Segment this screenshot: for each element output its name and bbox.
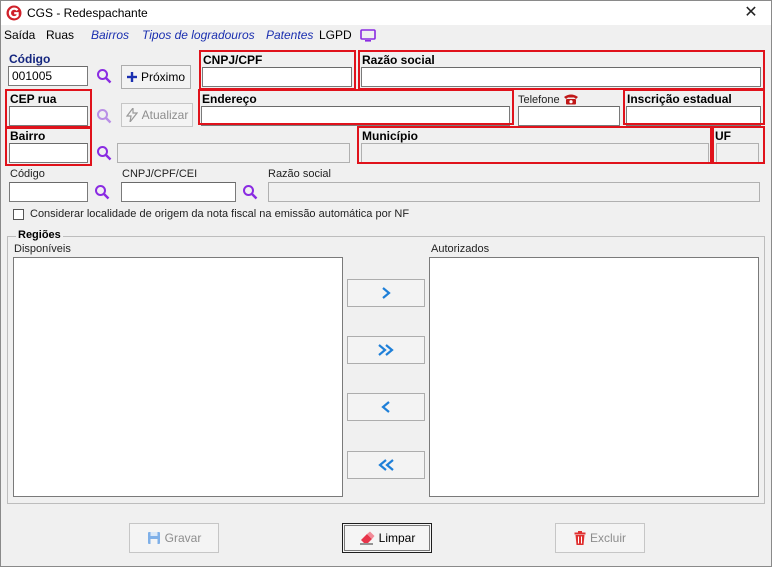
monitor-icon[interactable] (360, 29, 376, 43)
telefone-label: Telefone (518, 94, 560, 106)
double-chevron-right-icon (378, 344, 394, 356)
chevron-right-icon (382, 287, 391, 299)
autorizados-label: Autorizados (431, 243, 490, 255)
atualizar-label: Atualizar (141, 108, 189, 122)
limpar-label: Limpar (378, 531, 416, 545)
considerar-label: Considerar localidade de origem da nota … (30, 208, 410, 220)
save-icon (147, 532, 160, 544)
telephone-icon (564, 94, 578, 105)
proximo-label: Próximo (140, 70, 185, 84)
menu-ruas[interactable]: Ruas (46, 28, 74, 42)
trash-icon (574, 531, 586, 545)
lightning-icon (125, 108, 138, 122)
origem-cnpj-input[interactable] (121, 182, 236, 202)
search-origem-cnpj-icon[interactable] (242, 184, 258, 200)
chevron-left-icon (381, 401, 390, 413)
uf-highlight (712, 126, 765, 164)
menu-saida[interactable]: Saída (4, 28, 35, 42)
menu-bar: Saída Ruas Bairros Tipos de logradouros … (1, 25, 771, 47)
regioes-title: Regiões (16, 229, 63, 241)
title-bar: CGS - Redespachante ✕ (1, 1, 771, 25)
menu-lgpd[interactable]: LGPD (319, 28, 352, 42)
telefone-input[interactable] (518, 106, 620, 126)
menu-patentes[interactable]: Patentes (266, 28, 313, 42)
plus-icon (126, 72, 137, 82)
window-title: CGS - Redespachante (27, 6, 148, 20)
app-logo-icon (6, 5, 22, 21)
search-bairro-icon[interactable] (96, 145, 112, 161)
inscricao-estadual-highlight (623, 89, 765, 125)
origem-codigo-label: Código (10, 168, 45, 180)
atualizar-button[interactable]: Atualizar (121, 103, 193, 127)
search-codigo-icon[interactable] (96, 68, 112, 84)
gravar-label: Gravar (164, 531, 202, 545)
autorizados-list[interactable] (429, 257, 759, 497)
municipio-highlight (357, 126, 712, 164)
codigo-input[interactable]: 001005 (8, 66, 88, 86)
origem-cnpj-label: CNPJ/CPF/CEI (122, 168, 198, 180)
cnpj-highlight (199, 50, 356, 90)
menu-tipos-logradouros[interactable]: Tipos de logradouros (142, 28, 255, 42)
cep-highlight (5, 89, 92, 129)
move-right-button[interactable] (347, 279, 425, 307)
move-all-right-button[interactable] (347, 336, 425, 364)
origem-razao-field (268, 182, 760, 202)
gravar-button[interactable]: Gravar (129, 523, 219, 553)
proximo-button[interactable]: Próximo (121, 65, 191, 89)
double-chevron-left-icon (378, 459, 394, 471)
razao-social-highlight (358, 50, 765, 90)
search-cep-icon[interactable] (96, 108, 112, 124)
disponiveis-list[interactable] (13, 257, 343, 497)
eraser-icon (359, 531, 375, 545)
search-origem-codigo-icon[interactable] (94, 184, 110, 200)
menu-bairros[interactable]: Bairros (91, 28, 129, 42)
codigo-label: Código (9, 52, 51, 66)
excluir-button[interactable]: Excluir (555, 523, 645, 553)
endereco-highlight (198, 89, 514, 125)
disponiveis-label: Disponíveis (14, 243, 71, 255)
considerar-checkbox[interactable] (13, 209, 24, 220)
bairro-highlight (5, 126, 92, 166)
origem-codigo-input[interactable] (9, 182, 88, 202)
move-all-left-button[interactable] (347, 451, 425, 479)
close-icon[interactable]: ✕ (737, 2, 765, 24)
origem-razao-label: Razão social (268, 168, 331, 180)
bairro-description-field (117, 143, 350, 163)
excluir-label: Excluir (589, 531, 626, 545)
move-left-button[interactable] (347, 393, 425, 421)
limpar-button[interactable]: Limpar (342, 523, 432, 553)
